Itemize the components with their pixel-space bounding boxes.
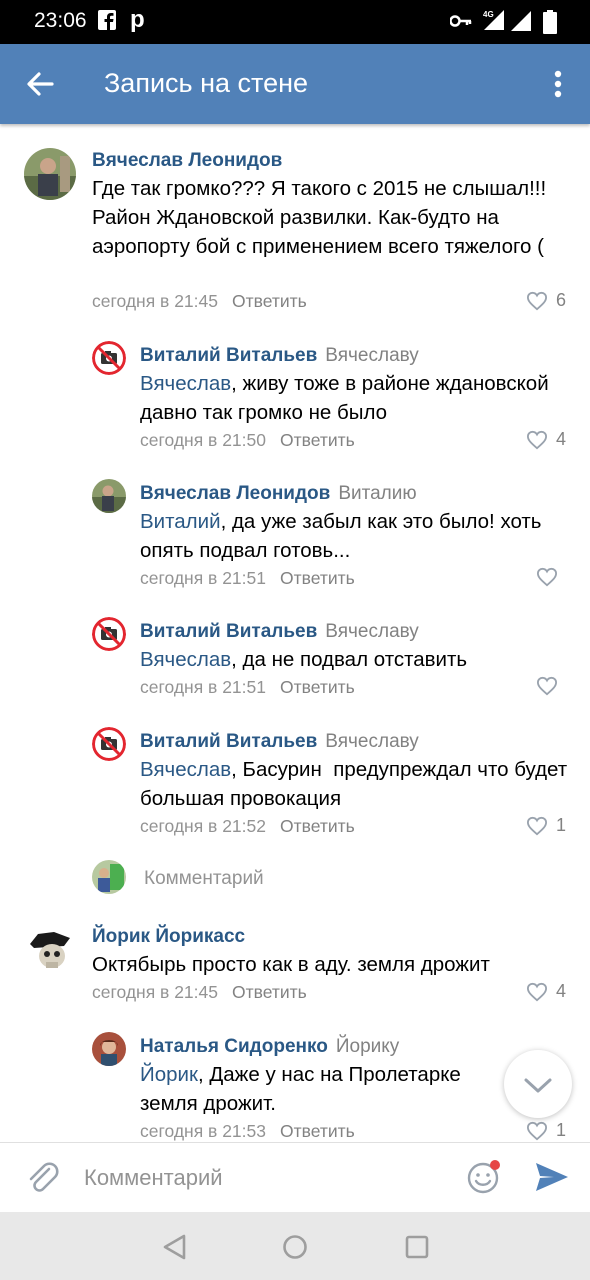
mention-link[interactable]: Виталий (140, 510, 221, 533)
scroll-down-button[interactable] (504, 1050, 572, 1118)
author-name[interactable]: Вячеслав Леонидов (140, 483, 330, 504)
arrow-left-icon (27, 72, 54, 96)
reply-to: Вячеславу (325, 731, 419, 752)
author-name[interactable]: Вячеслав Леонидов (92, 150, 282, 171)
facebook-icon (98, 10, 116, 36)
no-camera-icon (92, 341, 126, 375)
signal-4g-icon: 4G (480, 8, 506, 38)
heart-icon (536, 567, 558, 587)
my-avatar (92, 860, 126, 894)
heart-icon (526, 982, 547, 1001)
triangle-back-icon (163, 1234, 186, 1260)
comment-time: сегодня в 21:51 (140, 677, 266, 697)
reply-button[interactable]: Ответить (280, 1121, 355, 1141)
author-name[interactable]: Виталий Витальев (140, 731, 317, 752)
paperclip-icon (29, 1162, 59, 1192)
comment-input-bar: Комментарий (0, 1142, 590, 1212)
attach-button[interactable] (22, 1157, 62, 1197)
comment-time: сегодня в 21:53 (140, 1121, 266, 1141)
no-camera-icon (92, 617, 126, 651)
p-icon: p (130, 6, 145, 33)
like-count: 6 (555, 290, 566, 310)
mention-link[interactable]: Йорик (140, 1063, 198, 1086)
comment-text: Октябырь просто как в аду. земля дрожит (92, 953, 490, 976)
avatar[interactable] (24, 924, 76, 976)
avatar[interactable] (92, 1032, 126, 1066)
reply-to: Виталию (338, 483, 417, 504)
comments-list: Вячеслав Леонидов Где так громко??? Я та… (0, 124, 590, 1142)
thread-comment-placeholder: Комментарий (144, 868, 264, 889)
reply-button[interactable]: Ответить (280, 816, 355, 836)
mention-link[interactable]: Вячеслав (140, 648, 231, 671)
circle-home-icon (283, 1235, 307, 1259)
avatar-no-photo[interactable] (92, 727, 126, 761)
reply-button[interactable]: Ответить (280, 568, 355, 588)
reply-to: Вячеславу (325, 345, 419, 366)
comment-time: сегодня в 21:51 (140, 568, 266, 588)
status-time: 23:06 (34, 9, 87, 32)
heart-icon (526, 291, 547, 310)
nav-home-button[interactable] (280, 1232, 310, 1262)
heart-icon (526, 816, 547, 835)
reply-button[interactable]: Ответить (232, 291, 307, 311)
battery-icon (543, 10, 557, 40)
svg-text:4G: 4G (483, 10, 494, 19)
no-camera-icon (92, 727, 126, 761)
comment-time: сегодня в 21:45 (92, 291, 218, 311)
send-button[interactable] (532, 1157, 572, 1197)
author-name[interactable]: Виталий Витальев (140, 621, 317, 642)
mention-link[interactable]: Вячеслав (140, 758, 231, 781)
more-vertical-icon (554, 70, 562, 98)
reply-to: Йорику (335, 1036, 400, 1057)
like-count: 4 (555, 429, 566, 449)
mention-link[interactable]: Вячеслав (140, 372, 231, 395)
author-name[interactable]: Йорик Йорикасс (92, 926, 245, 947)
like-button[interactable]: 1 (526, 815, 566, 836)
app-bar: Запись на стене (0, 44, 590, 124)
reply-to: Вячеславу (325, 621, 419, 642)
like-button[interactable] (536, 567, 566, 587)
chevron-down-icon (524, 1078, 552, 1093)
comment-text: , да не подвал отставить (231, 648, 468, 671)
reply-button[interactable]: Ответить (280, 677, 355, 697)
reply-button[interactable]: Ответить (232, 982, 307, 1002)
like-count: 1 (555, 815, 566, 835)
avatar-no-photo[interactable] (92, 341, 126, 375)
like-button[interactable]: 4 (526, 981, 566, 1002)
heart-icon (536, 676, 558, 696)
nav-recents-button[interactable] (402, 1232, 432, 1262)
key-icon (449, 12, 472, 35)
author-name[interactable]: Виталий Витальев (140, 345, 317, 366)
like-button[interactable]: 6 (526, 290, 566, 311)
like-button[interactable]: 1 (526, 1120, 566, 1141)
avatar[interactable] (24, 148, 76, 200)
author-name[interactable]: Наталья Сидоренко (140, 1036, 328, 1057)
send-icon (536, 1163, 568, 1191)
like-button[interactable] (536, 676, 566, 696)
avatar[interactable] (92, 479, 126, 513)
more-button[interactable] (538, 64, 578, 104)
heart-icon (526, 1121, 547, 1140)
avatar-no-photo[interactable] (92, 617, 126, 651)
like-button[interactable]: 4 (526, 429, 566, 450)
system-nav-bar (0, 1212, 590, 1280)
nav-back-button[interactable] (160, 1232, 190, 1262)
heart-icon (526, 430, 547, 449)
emoji-button[interactable] (464, 1157, 504, 1197)
reply-button[interactable]: Ответить (280, 430, 355, 450)
comment-time: сегодня в 21:52 (140, 816, 266, 836)
comment-input[interactable]: Комментарий (84, 1165, 223, 1191)
back-button[interactable] (18, 62, 62, 106)
like-count: 1 (555, 1120, 566, 1140)
smile-icon (467, 1160, 500, 1194)
square-recents-icon (405, 1235, 429, 1259)
comment-time: сегодня в 21:45 (92, 982, 218, 1002)
comment-time: сегодня в 21:50 (140, 430, 266, 450)
like-count: 4 (555, 981, 566, 1001)
comment-text: Где так громко??? Я такого с 2015 не слы… (92, 177, 547, 258)
signal-icon (510, 10, 532, 38)
page-title: Запись на стене (104, 68, 309, 98)
status-bar: 23:06 p 4G (0, 0, 590, 44)
